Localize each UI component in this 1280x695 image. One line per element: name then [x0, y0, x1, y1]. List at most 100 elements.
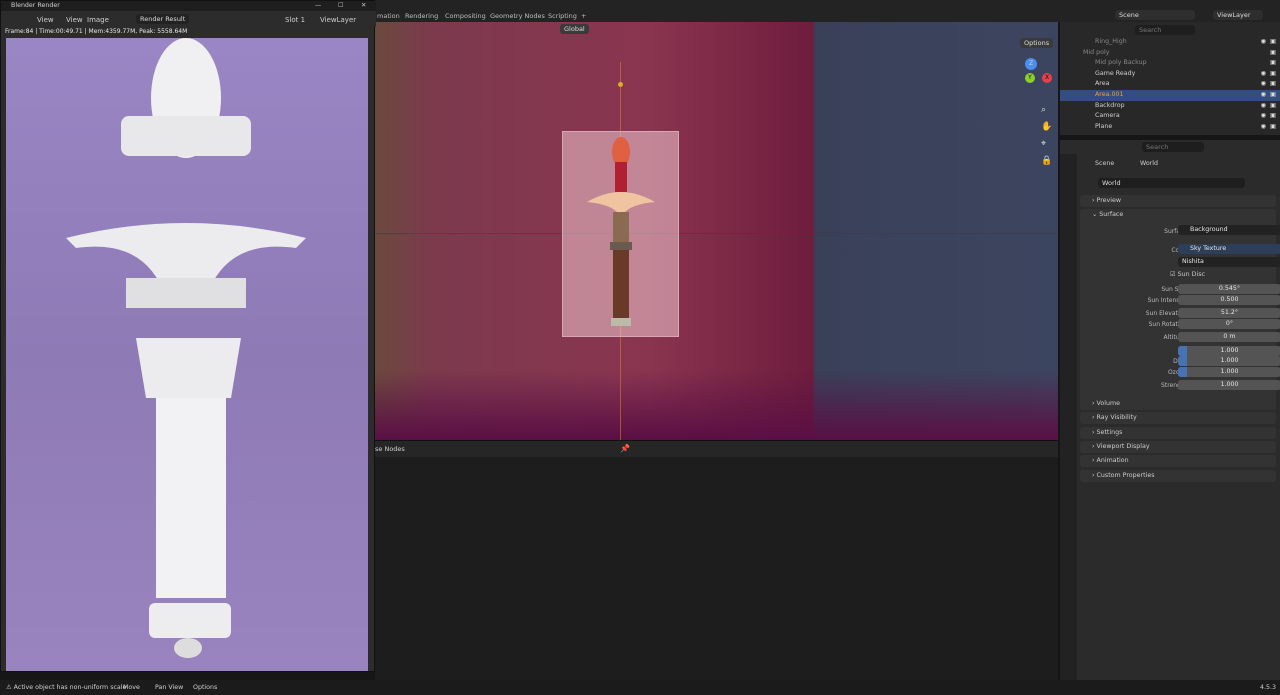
- gizmo-x-axis[interactable]: X: [1042, 73, 1052, 83]
- camera-icon[interactable]: ▣: [1270, 48, 1276, 59]
- pin-icon[interactable]: 📌: [620, 444, 630, 453]
- color-input-field[interactable]: Sky Texture: [1178, 244, 1280, 254]
- scene-selector[interactable]: Scene: [1115, 10, 1195, 20]
- options-dropdown[interactable]: Options: [1020, 38, 1054, 48]
- sun-intensity-field[interactable]: 0.500: [1178, 295, 1280, 305]
- node-editor-title: se Nodes: [375, 445, 405, 453]
- maximize-button[interactable]: ☐: [338, 1, 344, 11]
- backdrop-floor: [375, 370, 1058, 440]
- tab-compositing[interactable]: Compositing: [445, 12, 486, 20]
- image-name-field[interactable]: Render Result: [136, 14, 190, 24]
- light-point[interactable]: [618, 82, 623, 87]
- staff-preview: [587, 137, 655, 326]
- camera-icon[interactable]: ▣: [1270, 69, 1276, 80]
- properties-tabs[interactable]: [1060, 154, 1077, 680]
- staff-render: [66, 38, 306, 658]
- outliner-item[interactable]: Area ◉ ▣: [1060, 79, 1280, 90]
- outliner-item[interactable]: Camera ◉ ▣: [1060, 111, 1280, 122]
- breadcrumb-world: World: [1140, 160, 1159, 167]
- sun-rotation-field[interactable]: 0°: [1178, 319, 1280, 329]
- camera-icon[interactable]: ▣: [1270, 90, 1276, 101]
- camera-frame: [562, 131, 679, 337]
- outliner-item[interactable]: Mid poly Backup ▣: [1060, 58, 1280, 69]
- gizmo-y-axis[interactable]: Y: [1025, 73, 1035, 83]
- image-editor-header: View View Image Render Result Slot 1 Vie…: [1, 11, 376, 27]
- render-result-image[interactable]: [6, 38, 368, 671]
- add-workspace-button[interactable]: +: [581, 12, 586, 20]
- version-label: 4.5.3: [1260, 684, 1277, 691]
- render-window: Blender Render — ☐ ✕ View View Image Ren…: [0, 0, 376, 672]
- camera-icon[interactable]: ▣: [1270, 58, 1276, 69]
- eye-icon[interactable]: ◉: [1261, 111, 1267, 122]
- panel-surface[interactable]: ⌄ Surface Surface Background Color Sky T…: [1080, 209, 1280, 405]
- render-window-title: Blender Render: [11, 2, 60, 9]
- dust-slider[interactable]: 1.000: [1178, 356, 1280, 366]
- surface-shader-field[interactable]: Background: [1178, 225, 1280, 235]
- eye-icon[interactable]: ◉: [1261, 101, 1267, 112]
- close-button[interactable]: ✕: [361, 1, 366, 11]
- eye-icon[interactable]: ◉: [1261, 69, 1267, 80]
- panel-preview[interactable]: › Preview: [1080, 195, 1276, 207]
- status-bar: ⚠ Active object has non-uniform scale Mo…: [0, 680, 1280, 695]
- panel-viewport-display[interactable]: › Viewport Display: [1080, 441, 1276, 453]
- tab-geometry-nodes[interactable]: Geometry Nodes: [490, 12, 545, 20]
- node-editor-header: se Nodes 📌: [375, 441, 1058, 457]
- outliner-item[interactable]: Game Ready ◉ ▣: [1060, 69, 1280, 80]
- view-layer-selector[interactable]: ViewLayer: [1213, 10, 1263, 20]
- panel-ray-visibility[interactable]: › Ray Visibility: [1080, 412, 1276, 424]
- eye-icon[interactable]: ◉: [1261, 122, 1267, 133]
- view-layer-dropdown[interactable]: ViewLayer: [320, 16, 356, 24]
- sky-type-dropdown[interactable]: Nishita: [1178, 257, 1280, 267]
- navigation-icons[interactable]: ⌕ ✋ ⌖ 🔒: [1041, 102, 1052, 170]
- strength-field[interactable]: 1.000: [1178, 380, 1280, 390]
- air-slider[interactable]: 1.000: [1178, 346, 1280, 356]
- panel-custom-properties[interactable]: › Custom Properties: [1080, 470, 1276, 482]
- render-window-titlebar: Blender Render — ☐ ✕: [1, 1, 376, 11]
- panel-settings[interactable]: › Settings: [1080, 427, 1276, 439]
- sun-disc-checkbox[interactable]: ☑ Sun Disc: [1170, 269, 1205, 281]
- tab-animation[interactable]: mation: [377, 12, 400, 20]
- orientation-dropdown[interactable]: Global: [560, 24, 589, 34]
- outliner-search[interactable]: Search: [1135, 25, 1195, 35]
- breadcrumb-scene: Scene: [1095, 160, 1115, 167]
- warning-message: ⚠ Active object has non-uniform scale: [6, 684, 127, 691]
- gizmo-z-axis[interactable]: Z: [1025, 58, 1037, 70]
- sun-size-field[interactable]: 0.545°: [1178, 284, 1280, 294]
- altitude-field[interactable]: 0 m: [1178, 332, 1280, 342]
- panel-animation[interactable]: › Animation: [1080, 455, 1276, 467]
- hint-options: Options: [193, 684, 218, 691]
- view-menu-2[interactable]: View: [66, 16, 83, 24]
- sun-elevation-field[interactable]: 51.2°: [1178, 308, 1280, 318]
- eye-icon[interactable]: ◉: [1261, 37, 1267, 48]
- properties-editor: Search Scene World World › Preview ⌄ Sur…: [1060, 140, 1280, 680]
- image-menu[interactable]: Image: [87, 16, 109, 24]
- outliner: Search Ring_High ◉ ▣ Mid poly ▣ Mid poly Ba…: [1060, 22, 1280, 135]
- camera-icon[interactable]: ▣: [1270, 79, 1276, 90]
- horizon-line: [375, 233, 1058, 234]
- panel-volume[interactable]: › Volume: [1080, 398, 1276, 410]
- outliner-item[interactable]: Mid poly ▣: [1060, 48, 1280, 59]
- tab-scripting[interactable]: Scripting: [548, 12, 577, 20]
- camera-icon[interactable]: ▣: [1270, 122, 1276, 133]
- outliner-item-selected[interactable]: Area.001 ◉ ▣: [1060, 90, 1280, 101]
- minimize-button[interactable]: —: [315, 1, 321, 11]
- render-info-text: Frame:84 | Time:00:49.71 | Mem:4359.77M,…: [5, 28, 188, 35]
- hint-move: Move: [123, 684, 140, 691]
- eye-icon[interactable]: ◉: [1261, 79, 1267, 90]
- eye-icon[interactable]: ◉: [1261, 90, 1267, 101]
- outliner-item[interactable]: Ring_High ◉ ▣: [1060, 37, 1280, 48]
- 3d-viewport[interactable]: Global Options Z Y X ⌕ ✋ ⌖ 🔒: [375, 22, 1058, 440]
- outliner-item[interactable]: Plane ◉ ▣: [1060, 122, 1280, 133]
- ozone-slider[interactable]: 1.000: [1178, 367, 1280, 377]
- camera-icon[interactable]: ▣: [1270, 111, 1276, 122]
- outliner-item[interactable]: Backdrop ◉ ▣: [1060, 101, 1280, 112]
- slot-dropdown[interactable]: Slot 1: [285, 16, 305, 24]
- view-menu[interactable]: View: [37, 16, 54, 24]
- tab-rendering[interactable]: Rendering: [405, 12, 438, 20]
- hint-pan-view: Pan View: [155, 684, 184, 691]
- camera-icon[interactable]: ▣: [1270, 37, 1276, 48]
- properties-search[interactable]: Search: [1142, 142, 1204, 152]
- node-editor[interactable]: se Nodes 📌: [375, 440, 1058, 680]
- camera-icon[interactable]: ▣: [1270, 101, 1276, 112]
- world-datablock[interactable]: World: [1098, 178, 1245, 188]
